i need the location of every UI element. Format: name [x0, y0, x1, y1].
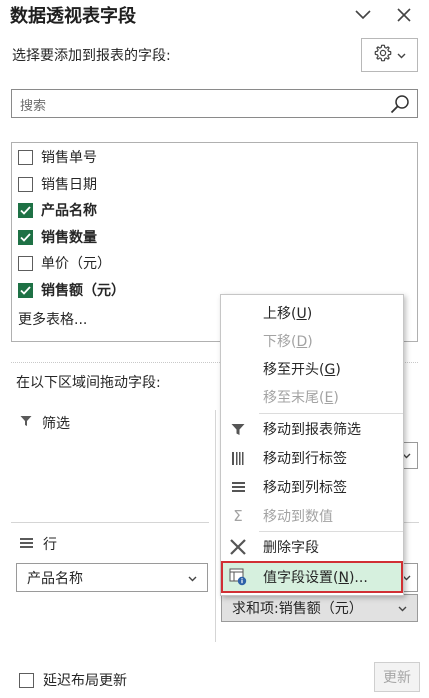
- column-labels-icon: [229, 478, 247, 496]
- field-label: 销售数量: [41, 230, 97, 246]
- menu-separator: [259, 413, 403, 414]
- remove-icon: [229, 538, 247, 556]
- access-key: N: [338, 570, 349, 586]
- menu-item-remove-field[interactable]: 删除字段: [221, 533, 403, 561]
- area-divider-vertical: [215, 410, 216, 642]
- field-item-unit-price[interactable]: 单价（元）: [18, 252, 111, 274]
- checkbox-checked[interactable]: [18, 202, 33, 218]
- field-item-product-name[interactable]: 产品名称: [18, 199, 97, 221]
- search-input[interactable]: 搜索: [11, 89, 418, 118]
- menu-item-label: 移至开头: [263, 362, 319, 378]
- field-item-sales-date[interactable]: 销售日期: [18, 173, 97, 195]
- menu-item-label: 移动到报表筛选: [263, 422, 361, 438]
- menu-item-move-to-column-labels[interactable]: 移动到列标签: [221, 473, 403, 501]
- check-icon: [20, 232, 31, 242]
- close-icon[interactable]: [393, 4, 415, 26]
- field-label: 产品名称: [41, 203, 97, 219]
- field-layout-settings-button[interactable]: [361, 38, 418, 72]
- filter-icon: [229, 420, 247, 438]
- menu-item-move-up[interactable]: 上移(U): [221, 299, 403, 327]
- search-icon[interactable]: [389, 93, 411, 119]
- checkbox[interactable]: [18, 176, 33, 192]
- menu-item-move-down[interactable]: 下移(D): [221, 327, 403, 355]
- checkbox-checked[interactable]: [18, 282, 33, 298]
- field-settings-icon: [229, 568, 247, 586]
- menu-item-move-to-row-labels[interactable]: 移动到行标签: [221, 444, 403, 472]
- menu-item-label: 上移: [263, 306, 291, 322]
- menu-item-label: 移动到数值: [263, 509, 333, 525]
- defer-layout-update[interactable]: 延迟布局更新: [19, 670, 127, 690]
- field-item-sales-id[interactable]: 销售单号: [18, 146, 97, 168]
- field-label: 销售单号: [41, 150, 97, 166]
- row-labels-icon: [229, 449, 247, 467]
- menu-item-label: 值字段设置: [263, 570, 333, 586]
- check-icon: [20, 285, 31, 295]
- access-key: G: [324, 362, 336, 378]
- menu-item-label: 移至末尾: [263, 390, 319, 406]
- checkbox-checked[interactable]: [18, 229, 33, 245]
- defer-layout-label: 延迟布局更新: [43, 673, 127, 689]
- menu-separator: [259, 531, 403, 532]
- menu-item-move-to-start[interactable]: 移至开头(G): [221, 355, 403, 383]
- gear-icon: [373, 43, 393, 67]
- chevron-down-icon: [188, 570, 197, 586]
- rows-field-label: 产品名称: [27, 570, 83, 587]
- more-tables-link[interactable]: 更多表格...: [18, 309, 87, 329]
- field-item-sales-qty[interactable]: 销售数量: [18, 226, 97, 248]
- chevron-down-icon: [397, 47, 406, 63]
- choose-fields-label: 选择要添加到报表的字段:: [12, 48, 171, 64]
- menu-item-label: 下移: [263, 334, 291, 350]
- values-field-dropdown[interactable]: 求和项:销售额（元）: [221, 594, 418, 622]
- access-key: E: [324, 390, 334, 406]
- filters-area-title: 筛选: [20, 413, 70, 433]
- rows-area-title: 行: [20, 534, 57, 554]
- check-icon: [20, 205, 31, 215]
- menu-item-label: 移动到列标签: [263, 480, 347, 496]
- sigma-icon: Σ: [233, 507, 243, 525]
- menu-item-label: 移动到行标签: [263, 451, 347, 467]
- panel-title: 数据透视表字段: [10, 6, 136, 27]
- access-key: U: [296, 306, 307, 322]
- area-divider: [11, 522, 209, 523]
- chevron-down-icon[interactable]: [352, 4, 374, 26]
- menu-item-move-to-values[interactable]: Σ 移动到数值: [221, 502, 403, 530]
- drag-fields-label: 在以下区域间拖动字段:: [16, 375, 161, 391]
- checkbox[interactable]: [19, 672, 34, 688]
- search-placeholder: 搜索: [20, 99, 47, 114]
- field-label: 单价（元）: [41, 256, 111, 272]
- menu-item-move-to-end[interactable]: 移至末尾(E): [221, 383, 403, 411]
- access-key: D: [296, 334, 308, 350]
- checkbox[interactable]: [18, 255, 33, 271]
- rows-icon: [20, 536, 33, 552]
- menu-item-label: 删除字段: [263, 540, 319, 556]
- area-title-label: 行: [43, 537, 57, 553]
- filter-icon: [20, 415, 32, 431]
- menu-item-move-to-report-filter[interactable]: 移动到报表筛选: [221, 415, 403, 443]
- area-title-label: 筛选: [42, 416, 70, 432]
- field-item-sales-amount[interactable]: 销售额（元）: [18, 279, 125, 301]
- update-button[interactable]: 更新: [374, 662, 420, 692]
- chevron-down-icon: [398, 600, 407, 616]
- values-field-label: 求和项:销售额（元）: [232, 601, 363, 617]
- rows-field-dropdown[interactable]: 产品名称: [16, 563, 208, 592]
- menu-item-value-field-settings[interactable]: 值字段设置(N)...: [221, 561, 403, 593]
- checkbox[interactable]: [18, 149, 33, 165]
- field-label: 销售额（元）: [41, 283, 125, 299]
- context-menu: 上移(U) 下移(D) 移至开头(G) 移至末尾(E) 移动到报表筛选 移动到行…: [220, 294, 404, 596]
- field-label: 销售日期: [41, 177, 97, 193]
